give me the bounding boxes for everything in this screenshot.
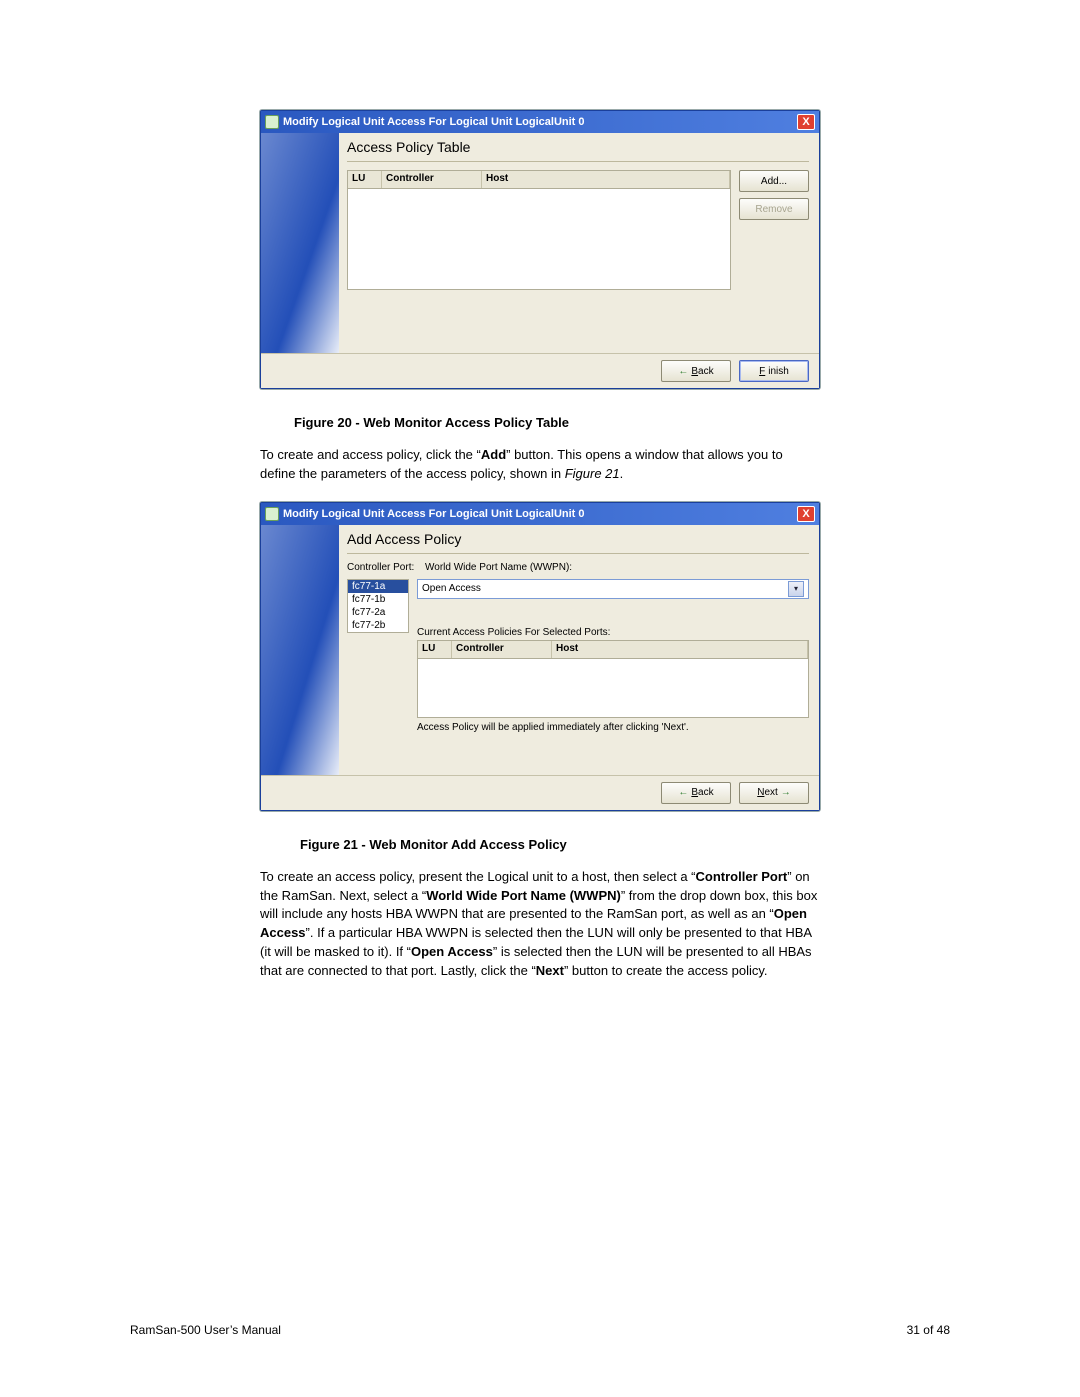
combo-value: Open Access <box>422 583 481 594</box>
dialog-access-policy-table: Modify Logical Unit Access For Logical U… <box>260 110 820 389</box>
label-controller-port: Controller Port: <box>347 562 417 573</box>
close-icon[interactable]: X <box>797 506 815 522</box>
col-lu: LU <box>418 641 452 658</box>
list-item[interactable]: fc77-1b <box>348 593 408 606</box>
dialog-title: Modify Logical Unit Access For Logical U… <box>283 508 585 520</box>
back-button[interactable]: ←Back <box>661 360 731 382</box>
col-controller: Controller <box>452 641 552 658</box>
col-lu: LU <box>348 171 382 188</box>
apply-note: Access Policy will be applied immediatel… <box>417 722 809 733</box>
col-controller: Controller <box>382 171 482 188</box>
titlebar[interactable]: Modify Logical Unit Access For Logical U… <box>261 503 819 525</box>
panel-heading: Add Access Policy <box>347 531 809 547</box>
figure-caption-20: Figure 20 - Web Monitor Access Policy Ta… <box>294 415 960 430</box>
add-button[interactable]: Add... <box>739 170 809 192</box>
dialog-title: Modify Logical Unit Access For Logical U… <box>283 116 585 128</box>
panel-heading: Access Policy Table <box>347 139 809 155</box>
controller-port-list[interactable]: fc77-1a fc77-1b fc77-2a fc77-2b <box>347 579 409 633</box>
page-footer: RamSan-500 User’s Manual 31 of 48 <box>130 1323 950 1337</box>
arrow-left-icon: ← <box>678 366 688 377</box>
col-host: Host <box>552 641 808 658</box>
remove-button: Remove <box>739 198 809 220</box>
arrow-left-icon: ← <box>678 787 688 798</box>
access-policy-grid[interactable]: LU Controller Host <box>347 170 731 290</box>
footer-left: RamSan-500 User’s Manual <box>130 1323 281 1337</box>
current-policies-grid[interactable]: LU Controller Host <box>417 640 809 718</box>
close-icon[interactable]: X <box>797 114 815 130</box>
chevron-down-icon[interactable]: ▾ <box>788 581 804 597</box>
paragraph-2: To create an access policy, present the … <box>260 868 820 981</box>
footer-right: 31 of 48 <box>907 1323 950 1337</box>
finish-button[interactable]: Finish <box>739 360 809 382</box>
label-wwpn: World Wide Port Name (WWPN): <box>425 562 809 573</box>
app-icon <box>265 115 279 129</box>
arrow-right-icon: → <box>781 787 791 798</box>
label-current-policies: Current Access Policies For Selected Por… <box>417 627 809 638</box>
list-item[interactable]: fc77-2a <box>348 606 408 619</box>
wwpn-combo[interactable]: Open Access ▾ <box>417 579 809 599</box>
dialog-add-access-policy: Modify Logical Unit Access For Logical U… <box>260 502 820 811</box>
next-button[interactable]: Next→ <box>739 782 809 804</box>
app-icon <box>265 507 279 521</box>
wizard-sidebar <box>261 133 339 353</box>
figure-caption-21: Figure 21 - Web Monitor Add Access Polic… <box>300 837 960 852</box>
list-item[interactable]: fc77-1a <box>348 580 408 593</box>
list-item[interactable]: fc77-2b <box>348 619 408 632</box>
paragraph-1: To create and access policy, click the “… <box>260 446 820 484</box>
col-host: Host <box>482 171 730 188</box>
titlebar[interactable]: Modify Logical Unit Access For Logical U… <box>261 111 819 133</box>
back-button[interactable]: ←Back <box>661 782 731 804</box>
wizard-sidebar <box>261 525 339 775</box>
